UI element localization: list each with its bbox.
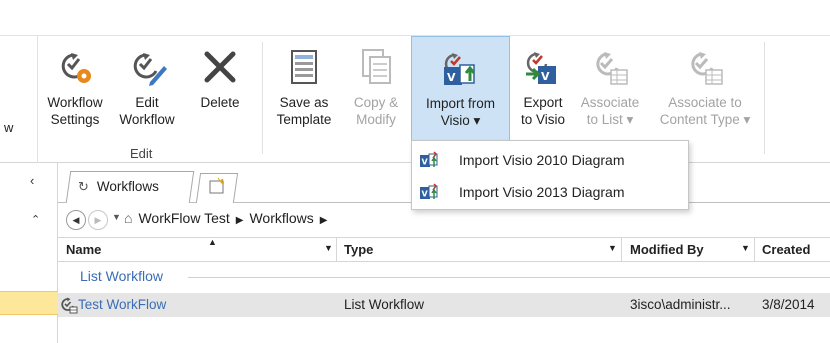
svg-text:V: V xyxy=(447,71,456,84)
visio-import-icon: V xyxy=(443,53,475,85)
column-separator xyxy=(621,238,622,262)
workflow-icon xyxy=(61,297,78,314)
associate-list-icon xyxy=(596,52,628,85)
copy-icon xyxy=(362,49,391,84)
button-label-line2: Modify xyxy=(356,112,396,127)
button-label-line1: Copy & xyxy=(353,95,399,110)
button-label-line2: to Visio xyxy=(520,112,566,127)
template-icon xyxy=(291,50,317,84)
breadcrumb-separator-icon[interactable]: ▶ xyxy=(320,215,328,226)
button-label-line1: Associate to xyxy=(668,95,742,110)
menu-item-import-visio-2013[interactable]: V Import Visio 2013 Diagram xyxy=(412,177,688,207)
import-from-visio-button[interactable]: V Import from Visio ▾ xyxy=(411,36,510,144)
forward-button[interactable]: ▶ xyxy=(88,210,108,230)
back-button[interactable]: ◀ xyxy=(66,210,86,230)
sort-ascending-icon: ▲ xyxy=(208,237,217,247)
breadcrumb-separator-icon[interactable]: ▶ xyxy=(236,215,244,226)
column-header-name[interactable]: Name xyxy=(66,242,101,257)
row-modified-by: 3isco\administr... xyxy=(630,297,731,312)
menu-item-label: Import Visio 2010 Diagram xyxy=(459,152,625,168)
group-header-row[interactable]: List Workflow xyxy=(58,263,830,289)
associate-content-type-icon xyxy=(691,52,723,85)
visio-export-icon: V xyxy=(526,52,556,84)
svg-text:V: V xyxy=(541,70,550,83)
button-label-line2: Template xyxy=(276,112,332,127)
button-label-line1: Save as xyxy=(279,95,329,110)
button-label-line2: Settings xyxy=(50,112,100,127)
button-label-line1: Workflow xyxy=(47,95,103,110)
button-label-line1: Edit xyxy=(135,95,159,110)
export-to-visio-button[interactable]: V Export to Visio xyxy=(512,36,574,144)
column-separator xyxy=(754,238,755,262)
ribbon-cut-group: w xyxy=(0,36,38,163)
chevron-up-icon[interactable]: ⌃ xyxy=(31,213,40,226)
column-separator xyxy=(336,238,337,262)
associate-to-list-button[interactable]: Associate to List ▾ xyxy=(576,36,644,144)
table-row[interactable]: Test WorkFlow List Workflow 3isco\admini… xyxy=(58,293,830,317)
row-created: 3/8/2014 xyxy=(762,297,815,312)
button-label-line2: Visio ▾ xyxy=(440,113,481,128)
button-label-line1: Associate xyxy=(580,95,640,110)
workflow-icon: ↻ xyxy=(78,179,89,194)
workflows-table: Name ▲ ▼ Type ▼ Modified By ▼ Created Li… xyxy=(58,237,830,343)
row-name[interactable]: Test WorkFlow xyxy=(78,297,166,312)
title-strip xyxy=(0,0,830,36)
menu-item-import-visio-2010[interactable]: V Import Visio 2010 Diagram xyxy=(412,145,688,175)
breadcrumb-item[interactable]: Workflows xyxy=(249,210,313,226)
collapse-nav-icon[interactable]: ‹ xyxy=(30,173,34,188)
svg-text:V: V xyxy=(422,158,429,167)
edit-workflow-button[interactable]: Edit Workflow xyxy=(112,36,182,144)
group-label-edit: Edit xyxy=(130,146,153,161)
save-as-template-button[interactable]: Save as Template xyxy=(268,36,340,144)
visio-icon: V xyxy=(420,183,438,199)
new-tab-icon xyxy=(209,177,225,194)
associate-to-content-type-button[interactable]: Associate to Content Type ▾ xyxy=(648,36,762,144)
nav-selected-highlight xyxy=(0,291,58,315)
tab-workflows-content[interactable]: ↻ Workflows xyxy=(78,179,159,195)
button-label-line2: Workflow xyxy=(119,112,175,127)
button-label-line1: Export xyxy=(523,95,563,110)
breadcrumb-item[interactable]: WorkFlow Test xyxy=(138,210,229,226)
group-separator xyxy=(262,42,263,154)
group-separator xyxy=(764,42,765,154)
column-header-modified-by[interactable]: Modified By xyxy=(630,242,704,257)
button-label-line2: Content Type ▾ xyxy=(659,112,751,127)
filter-dropdown-icon[interactable]: ▼ xyxy=(324,243,333,253)
breadcrumb: ⌂ WorkFlow Test ▶ Workflows ▶ xyxy=(124,210,333,226)
row-type: List Workflow xyxy=(344,297,425,312)
table-header: Name ▲ ▼ Type ▼ Modified By ▼ Created xyxy=(58,237,830,262)
home-icon[interactable]: ⌂ xyxy=(124,210,132,226)
filter-dropdown-icon[interactable]: ▼ xyxy=(741,243,750,253)
delete-icon xyxy=(204,51,236,83)
menu-item-label: Import Visio 2013 Diagram xyxy=(459,184,625,200)
copy-modify-button[interactable]: Copy & Modify xyxy=(344,36,408,144)
edit-workflow-icon xyxy=(133,53,167,86)
delete-button[interactable]: Delete xyxy=(190,36,250,144)
import-visio-menu: V Import Visio 2010 Diagram V Import Vis… xyxy=(411,140,689,210)
group-divider xyxy=(188,277,830,278)
button-label-line1: Import from xyxy=(425,96,495,111)
column-header-type[interactable]: Type xyxy=(344,242,373,257)
column-header-created[interactable]: Created xyxy=(762,242,810,257)
filter-dropdown-icon[interactable]: ▼ xyxy=(608,243,617,253)
history-dropdown-icon[interactable]: ▼ xyxy=(112,212,121,222)
button-label-line2: to List ▾ xyxy=(586,112,634,127)
svg-text:V: V xyxy=(422,190,429,199)
tab-label: Workflows xyxy=(96,179,159,194)
visio-icon: V xyxy=(420,151,438,167)
workflow-settings-button[interactable]: Workflow Settings xyxy=(42,36,108,144)
workflow-settings-icon xyxy=(61,53,91,83)
ribbon-cut-label: w xyxy=(4,120,14,135)
navigation-pane: ‹ ⌃ xyxy=(0,163,58,343)
group-label: List Workflow xyxy=(80,268,163,284)
button-label-line1: Delete xyxy=(200,95,240,110)
